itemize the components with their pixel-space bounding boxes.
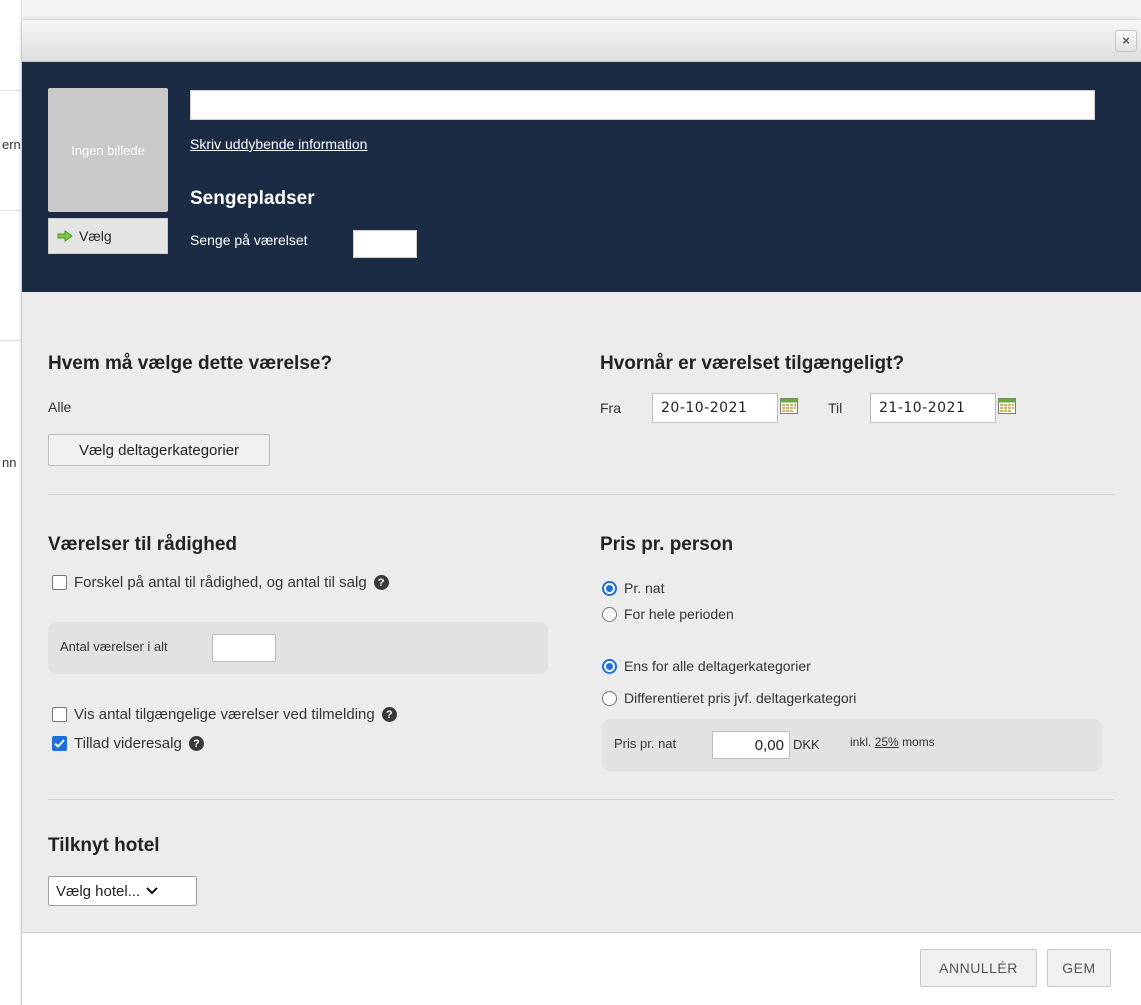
section-divider [48,494,1114,495]
background-divider [0,210,22,211]
same-price-radio[interactable] [602,658,617,674]
show-available-checkbox[interactable] [52,707,67,722]
show-available-row[interactable]: Vis antal tilgængelige værelser ved tilm… [52,706,397,723]
help-icon[interactable]: ? [381,707,397,722]
beds-label: Senge på værelset [190,232,308,248]
same-price-option[interactable]: Ens for alle deltagerkategorier [602,658,811,674]
save-button[interactable]: GEM [1047,949,1111,987]
difference-label: Forskel på antal til rådighed, og antal … [74,574,367,591]
hotel-select[interactable]: Vælg hotel... [48,876,197,906]
per-night-radio[interactable] [602,580,617,596]
room-name-input[interactable] [190,90,1095,120]
resale-label: Tillad videresalg [74,735,182,752]
check-icon [54,739,65,748]
dialog-titlebar: × [22,20,1141,62]
from-date-input[interactable]: 20-10-2021 [652,393,778,423]
choose-categories-label: Vælg deltagerkategorier [78,441,240,459]
calendar-icon[interactable] [780,398,798,414]
resale-checkbox[interactable] [52,736,67,751]
whole-period-label: For hele perioden [624,606,734,622]
vat-prefix: inkl. [850,735,872,749]
section-divider [48,799,1114,800]
cancel-button[interactable]: ANNULLÉR [920,949,1037,987]
difference-checkbox-row[interactable]: Forskel på antal til rådighed, og antal … [52,574,389,591]
rooms-total-panel: Antal værelser i alt [48,622,548,674]
dialog-footer: ANNULLÉR GEM [22,932,1141,1005]
room-dialog: × Ingen billede Vælg Skriv uddybende inf… [22,20,1141,1005]
differentiated-price-option[interactable]: Differentieret pris jvf. deltagerkategor… [602,690,856,706]
to-label: Til [828,400,843,416]
price-input[interactable]: 0,00 [712,731,790,759]
total-rooms-input[interactable] [212,634,276,662]
save-label: GEM [1062,960,1096,976]
room-image-placeholder: Ingen billede [48,88,168,212]
whole-period-option[interactable]: For hele perioden [602,606,734,622]
currency-label: DKK [793,737,820,752]
vat-suffix: moms [902,735,935,749]
hotel-section-title: Tilknyt hotel [48,835,160,856]
price-panel: Pris pr. nat 0,00 DKK inkl. 25% moms [602,719,1102,771]
price-section-title: Pris pr. person [600,534,734,555]
help-icon[interactable]: ? [373,575,389,590]
choose-image-label: Vælg [79,228,112,244]
choose-image-button[interactable]: Vælg [48,218,168,254]
choose-categories-button[interactable]: Vælg deltagerkategorier [48,434,270,466]
hotel-select-value: Vælg hotel... [56,882,141,900]
show-available-label: Vis antal tilgængelige værelser ved tilm… [74,706,375,723]
difference-checkbox[interactable] [52,575,67,590]
vat-info: inkl. 25% moms [850,735,935,749]
total-rooms-label: Antal værelser i alt [60,639,168,654]
background-divider [0,340,22,341]
help-icon[interactable]: ? [188,736,204,751]
calendar-icon[interactable] [998,398,1016,414]
price-value: 0,00 [754,736,784,754]
same-price-label: Ens for alle deltagerkategorier [624,658,811,674]
arrow-right-icon [57,230,73,242]
per-night-option[interactable]: Pr. nat [602,580,664,596]
price-per-night-label: Pris pr. nat [614,736,677,751]
cancel-label: ANNULLÉR [939,960,1018,976]
close-icon: × [1122,33,1130,48]
detailed-info-link[interactable]: Skriv uddybende information [190,136,367,152]
from-date-value: 20-10-2021 [661,400,748,416]
chevron-down-icon [146,887,158,895]
vat-rate-link[interactable]: 25% [875,735,899,749]
dialog-header: Ingen billede Vælg Skriv uddybende infor… [22,62,1141,292]
rooms-section-title: Værelser til rådighed [48,534,238,555]
no-image-label: Ingen billede [71,142,145,158]
differentiated-price-radio[interactable] [602,690,617,706]
when-section-title: Hvornår er værelset tilgængeligt? [600,353,905,374]
background-text: ern [2,137,21,152]
per-night-label: Pr. nat [624,580,665,596]
background-divider [0,90,22,91]
who-value: Alle [48,399,72,415]
beds-section-title: Sengepladser [190,188,315,209]
background-text: nn [2,455,17,470]
to-date-value: 21-10-2021 [879,400,966,416]
who-section-title: Hvem må vælge dette værelse? [48,353,333,374]
differentiated-price-label: Differentieret pris jvf. deltagerkategor… [624,690,857,706]
beds-input[interactable] [353,230,417,258]
to-date-input[interactable]: 21-10-2021 [870,393,996,423]
resale-row[interactable]: Tillad videresalg ? [52,735,204,752]
from-label: Fra [600,400,621,416]
close-button[interactable]: × [1115,30,1137,52]
whole-period-radio[interactable] [602,606,617,622]
